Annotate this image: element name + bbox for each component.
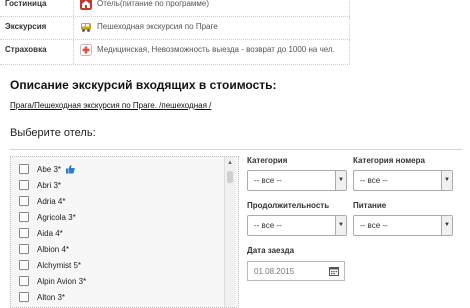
hotel-name: Alchymist 5* [37, 260, 82, 270]
calendar-icon[interactable] [329, 266, 339, 276]
service-text: Медицинская, Невозможность выезда - возв… [97, 45, 335, 54]
chevron-down-icon: ▼ [335, 216, 346, 235]
thumbs-up-icon [66, 165, 75, 174]
meals-label: Питание [353, 201, 387, 210]
select-value: -- все -- [254, 221, 282, 230]
room-category-select[interactable]: -- все -- ▼ [353, 170, 453, 191]
hotel-name: Abe 3* [37, 164, 62, 174]
hotel-name: Alton 3* [37, 292, 66, 302]
hotel-name: Agricola 3* [37, 212, 76, 222]
scroll-up-icon[interactable]: ▲ [226, 159, 234, 167]
chevron-down-icon: ▼ [441, 216, 452, 235]
select-value: -- все -- [254, 176, 282, 185]
arrival-date-label: Дата заезда [247, 246, 295, 255]
hotel-name: Abri 3* [37, 180, 62, 190]
service-text: Пешеходная экскурсия по Праге [97, 22, 218, 31]
category-select[interactable]: -- все -- ▼ [247, 170, 347, 191]
duration-select[interactable]: -- все -- ▼ [247, 215, 347, 236]
bus-icon [81, 23, 91, 32]
select-value: -- все -- [360, 176, 388, 185]
hotel-checkbox[interactable] [19, 180, 29, 190]
hotel-item-6[interactable]: Alchymist 5* [19, 258, 81, 272]
hotel-name: Albion 4* [37, 244, 70, 254]
hotel-item-3[interactable]: Agricola 3* [19, 210, 76, 224]
included-services-table: Гостиница Отель(питание по программе) Эк… [0, 0, 350, 68]
hotel-item-4[interactable]: Aida 4* [19, 226, 63, 240]
hotel-select-label: Выберите отель: [10, 127, 96, 139]
service-row-excursion: Экскурсия Пешеходная экскурсия по Праге [0, 17, 350, 40]
hotel-item-0[interactable]: Abe 3* [19, 162, 75, 176]
hotel-checkbox[interactable] [19, 292, 29, 302]
arrival-date-input[interactable]: 01.08.2015 [247, 261, 345, 281]
hotel-list-scrollbar[interactable]: ▲ [224, 157, 235, 307]
service-label: Гостиница [5, 0, 47, 8]
hotel-checkbox[interactable] [19, 260, 29, 270]
divider [10, 149, 462, 150]
medical-icon [80, 44, 92, 56]
hotel-checkbox[interactable] [19, 276, 29, 286]
hotel-item-7[interactable]: Alpin Avion 3* [19, 274, 86, 288]
hotel-name: Adria 4* [37, 196, 66, 206]
scrollbar-thumb[interactable] [227, 171, 233, 183]
service-label: Страховка [5, 45, 47, 54]
service-row-insurance: Страховка Медицинская, Невозможность вые… [0, 40, 350, 65]
hotel-checkbox[interactable] [19, 228, 29, 238]
category-label: Категория [247, 156, 288, 165]
select-value: -- все -- [360, 221, 388, 230]
service-row-hotel: Гостиница Отель(питание по программе) [0, 0, 350, 17]
hotel-item-1[interactable]: Abri 3* [19, 178, 61, 192]
date-value: 01.08.2015 [254, 267, 295, 276]
service-text: Отель(питание по программе) [97, 0, 210, 8]
hotel-checkbox[interactable] [19, 164, 29, 174]
chevron-down-icon: ▼ [335, 171, 346, 190]
room-category-label: Категория номера [353, 156, 425, 165]
hotel-name: Aida 4* [37, 228, 63, 238]
meals-select[interactable]: -- все -- ▼ [353, 215, 453, 236]
hotel-item-8[interactable]: Alton 3* [19, 290, 65, 304]
hotel-checkbox[interactable] [19, 212, 29, 222]
hotel-list[interactable]: Abe 3* Abri 3* Adria 4* Agricola 3* Aida… [10, 156, 239, 308]
hotel-checkbox[interactable] [19, 196, 29, 206]
duration-label: Продолжительность [247, 201, 330, 210]
excursion-link[interactable]: Прага/Пешеходная экскурсия по Праге. /пе… [10, 101, 211, 110]
hotel-name: Alpin Avion 3* [37, 276, 87, 286]
hotel-item-5[interactable]: Albion 4* [19, 242, 69, 256]
hotel-item-2[interactable]: Adria 4* [19, 194, 65, 208]
hotel-checkbox[interactable] [19, 244, 29, 254]
chevron-down-icon: ▼ [441, 171, 452, 190]
hotel-icon [80, 0, 92, 10]
excursions-title: Описание экскурсий входящих в стоимость: [10, 78, 277, 92]
service-label: Экскурсия [5, 22, 47, 31]
